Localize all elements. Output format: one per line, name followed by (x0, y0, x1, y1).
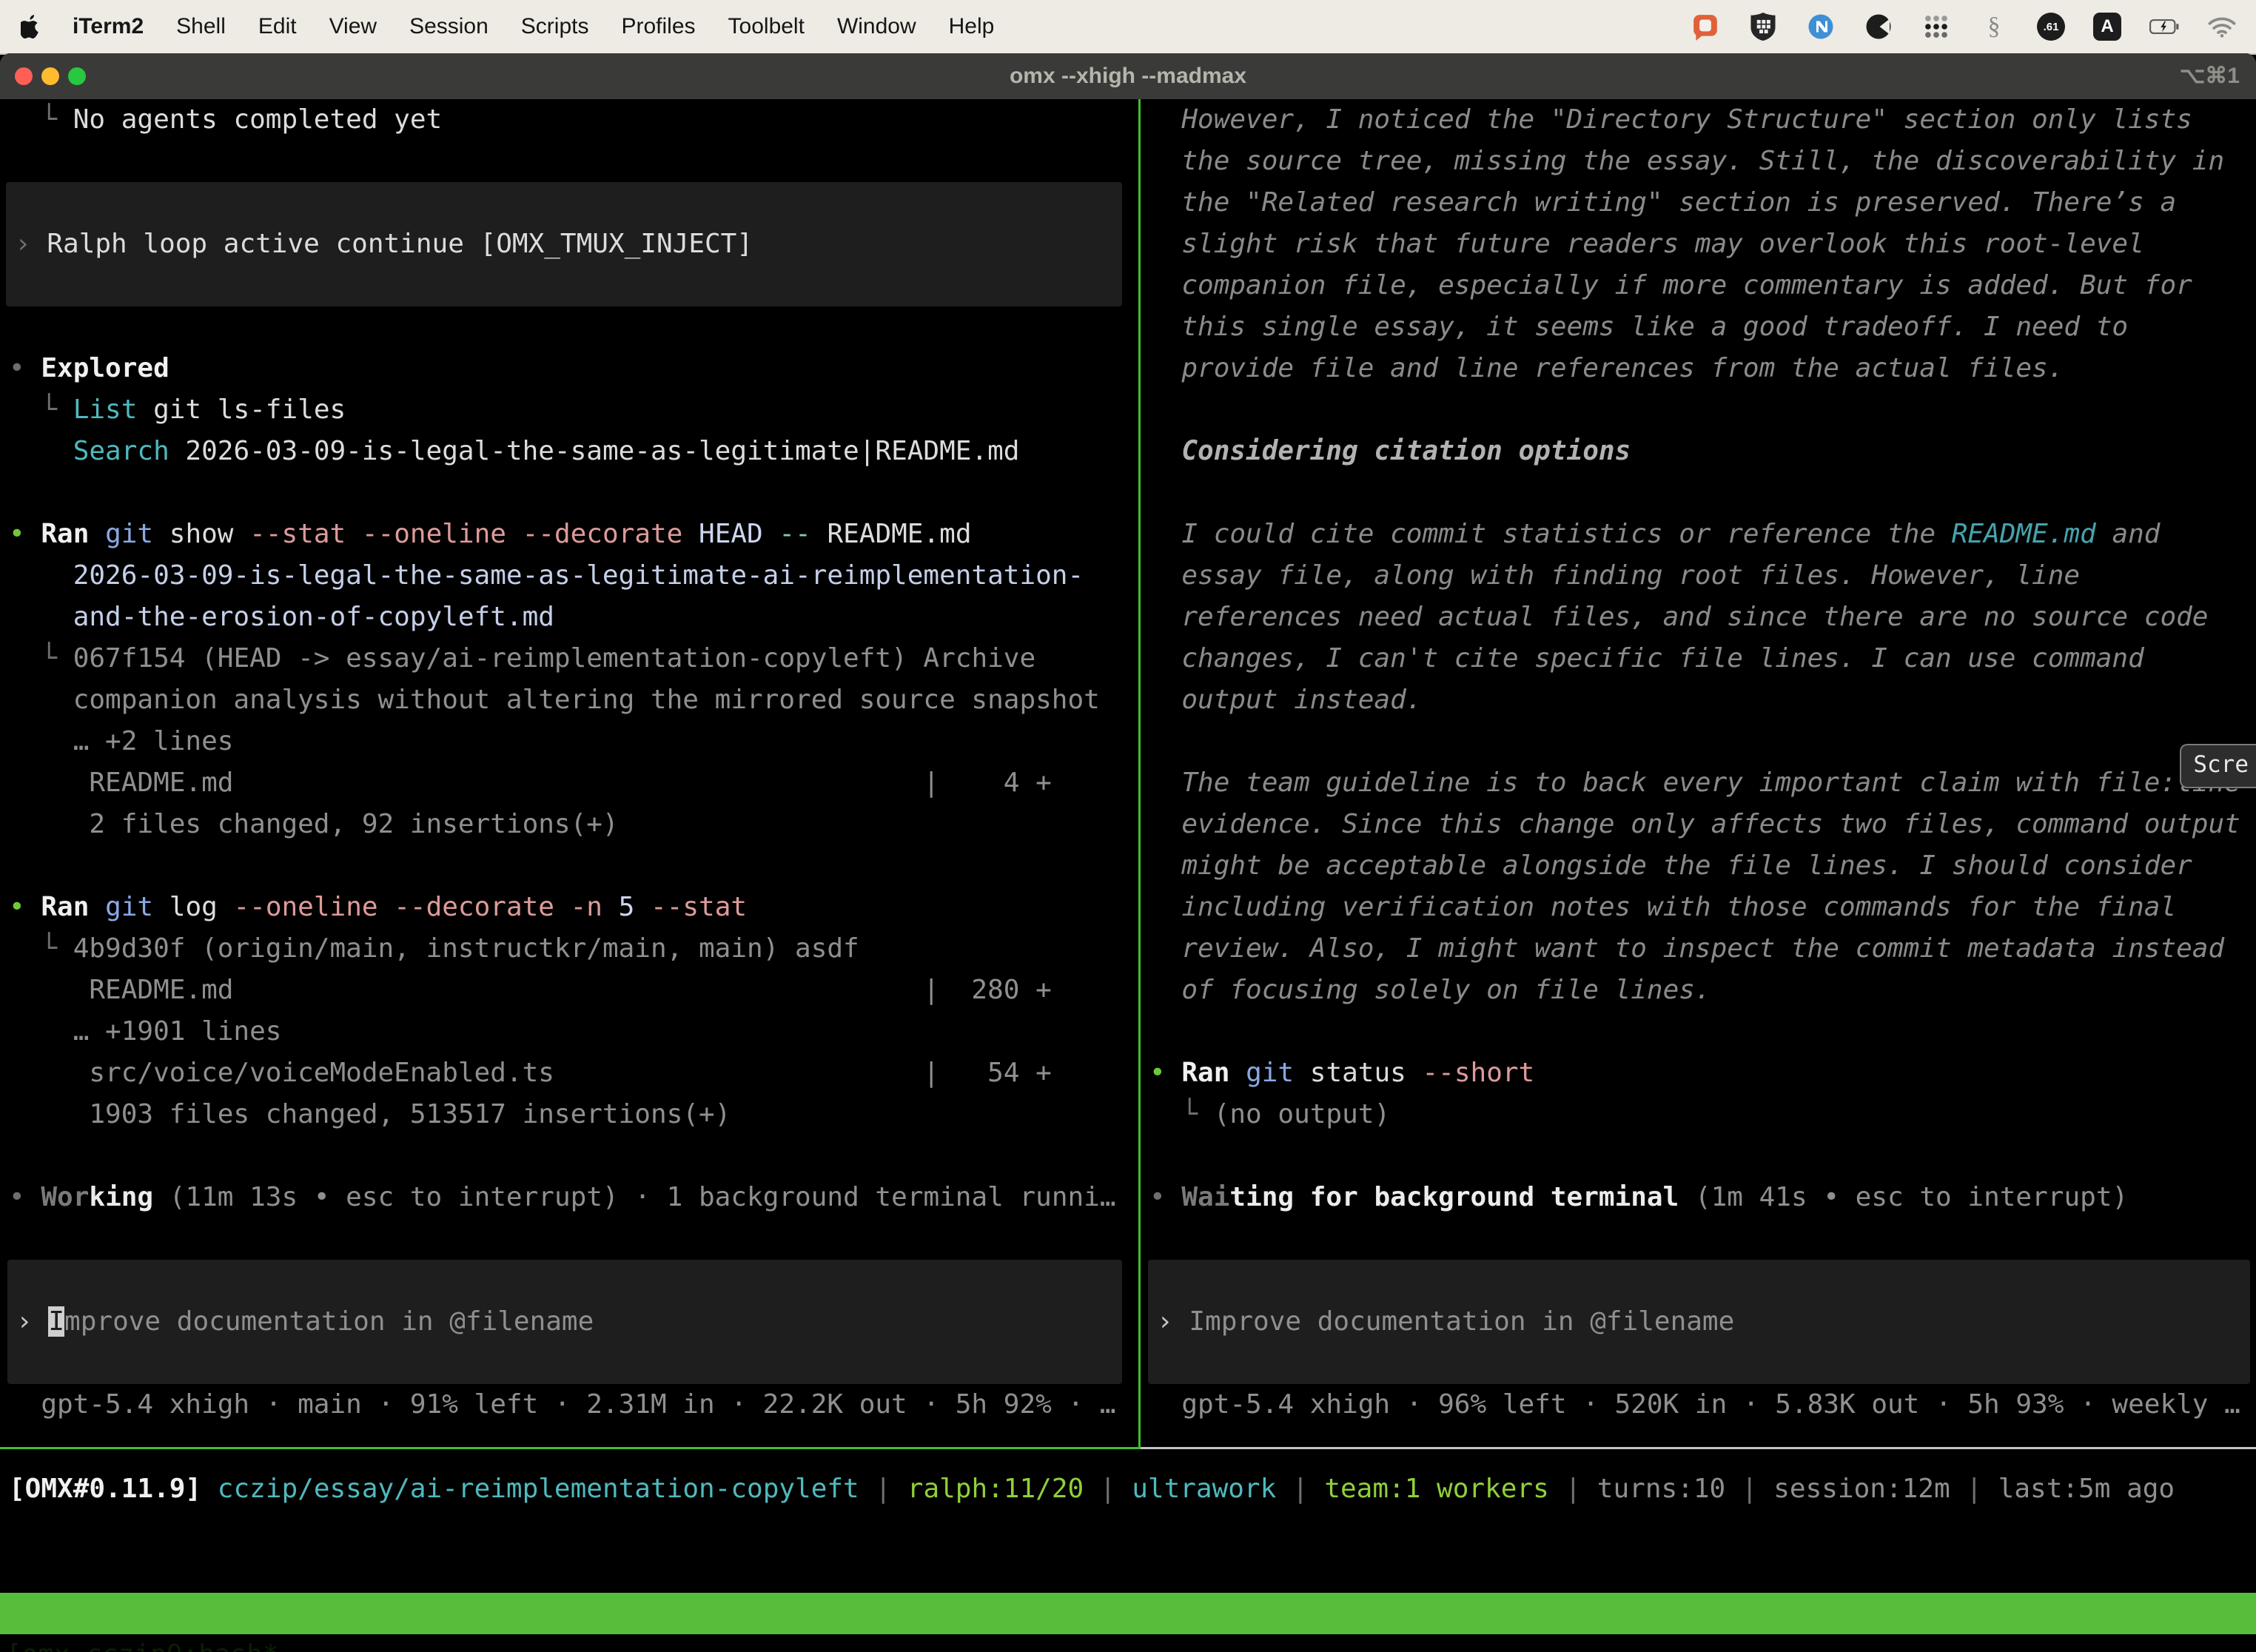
terminal-line: The team guideline is to back every impo… (1149, 762, 2256, 804)
shield-app-icon[interactable] (1748, 12, 1778, 41)
terminal-line: the "Related research writing" section i… (1149, 182, 2256, 224)
terminal-line: 2 files changed, 92 insertions(+) (9, 804, 1138, 845)
terminal-line: README.md | 280 + (9, 970, 1138, 1011)
terminal-line: README.md | 4 + (9, 762, 1138, 804)
menu-window[interactable]: Window (837, 14, 916, 39)
omx-status-line: [OMX#0.11.9] cczip/essay/ai-reimplementa… (9, 1468, 2175, 1510)
terminal-line: slight risk that future readers may over… (1149, 224, 2256, 265)
terminal-line: └ List git ls-files (9, 389, 1138, 431)
desktop-screen: iTerm2 Shell Edit View Session Scripts Profile… (0, 0, 2256, 1652)
right-session-status: gpt-5.4 xhigh · 96% left · 520K in · 5.8… (1149, 1384, 2240, 1426)
window-title: omx --xhigh --madmax (0, 53, 2256, 99)
left-pane-bottom-border (0, 1447, 1138, 1449)
terminal-line: └ (no output) (1149, 1094, 2256, 1135)
terminal-content: › Ralph loop active continue [OMX_TMUX_I… (0, 99, 2256, 1652)
terminal-line: this single essay, it seems like a good … (1149, 306, 2256, 348)
terminal-line: provide file and line references from th… (1149, 348, 2256, 389)
terminal-line: I could cite commit statistics or refere… (1149, 514, 2256, 555)
terminal-line: src/voice/voiceModeEnabled.ts | 54 + (9, 1052, 1138, 1094)
inject-prompt-box: › Ralph loop active continue [OMX_TMUX_I… (6, 182, 1122, 306)
macos-menu-bar: iTerm2 Shell Edit View Session Scripts Profile… (0, 0, 2256, 55)
left-session-status: gpt-5.4 xhigh · main · 91% left · 2.31M … (9, 1384, 1116, 1426)
terminal-line: └ 067f154 (HEAD -> essay/ai-reimplementa… (9, 638, 1138, 679)
battery-icon[interactable] (2149, 12, 2179, 41)
squiggle-app-icon[interactable]: § (1979, 12, 2009, 41)
terminal-line: • Ran git log --oneline --decorate -n 5 … (9, 887, 1138, 928)
terminal-line: including verification notes with those … (1149, 887, 2256, 928)
chat-app-icon[interactable] (1691, 12, 1720, 41)
terminal-line: and-the-erosion-of-copyleft.md (9, 597, 1138, 638)
right-prompt-text: Improve documentation in @filename (1189, 1306, 1734, 1337)
terminal-line: might be acceptable alongside the file l… (1149, 845, 2256, 887)
right-pane-bottom-border (1141, 1447, 2256, 1449)
terminal-line: However, I noticed the "Directory Struct… (1149, 99, 2256, 141)
terminal-line: evidence. Since this change only affects… (1149, 804, 2256, 845)
terminal-line: companion file, especially if more comme… (1149, 265, 2256, 306)
window-shortcut-badge: ⌥⌘1 (2180, 53, 2240, 99)
menu-help[interactable]: Help (949, 14, 995, 39)
terminal-line: • Waiting for background terminal (1m 41… (1149, 1177, 2256, 1218)
tmux-pane-right[interactable]: However, I noticed the "Directory Struct… (1141, 99, 2256, 1447)
terminal-line: … +2 lines (9, 721, 1138, 762)
terminal-line: references need actual files, and since … (1149, 597, 2256, 638)
terminal-line: … +1901 lines (9, 1011, 1138, 1052)
crescent-app-icon[interactable] (1864, 12, 1893, 41)
menu-iterm2[interactable]: iTerm2 (73, 14, 144, 39)
prompt-chevron-icon: › (1157, 1306, 1189, 1337)
menu-edit[interactable]: Edit (258, 14, 297, 39)
left-prompt-input[interactable]: › Improve documentation in @filename (16, 1301, 594, 1343)
terminal-line: • Explored (9, 348, 1138, 389)
badge-61-icon[interactable]: .61 (2037, 13, 2065, 41)
terminal-line: essay file, along with finding root file… (1149, 555, 2256, 597)
a-app-icon[interactable]: A (2093, 13, 2121, 41)
terminal-line: output instead. (1149, 679, 2256, 721)
terminal-line: review. Also, I might want to inspect th… (1149, 928, 2256, 970)
terminal-line: └ No agents completed yet (9, 99, 1138, 141)
terminal-line: 2026-03-09-is-legal-the-same-as-legitima… (9, 555, 1138, 597)
apple-menu-icon[interactable] (21, 15, 40, 38)
inject-prompt-line: › Ralph loop active continue [OMX_TMUX_I… (15, 224, 1122, 265)
menu-status-icons: § .61 A (1691, 12, 2256, 41)
right-prompt-input[interactable]: › Improve documentation in @filename (1157, 1301, 1734, 1343)
menu-scripts[interactable]: Scripts (521, 14, 589, 39)
terminal-line: changes, I can't cite specific file line… (1149, 638, 2256, 679)
terminal-line: └ 4b9d30f (origin/main, instructkr/main,… (9, 928, 1138, 970)
menu-session[interactable]: Session (409, 14, 489, 39)
screen-notification-tooltip: Scre (2180, 744, 2256, 788)
menu-item-list: iTerm2 Shell Edit View Session Scripts Profile… (50, 14, 994, 39)
terminal-line: Considering citation options (1149, 431, 2256, 472)
menu-view[interactable]: View (329, 14, 377, 39)
right-prompt-box[interactable]: › Improve documentation in @filename (1148, 1260, 2250, 1384)
tmux-pane-left[interactable]: › Ralph loop active continue [OMX_TMUX_I… (0, 99, 1138, 1447)
tmux-session-name[interactable]: [omx-cczip0:bash* (6, 1634, 278, 1652)
left-prompt-box[interactable]: › Improve documentation in @filename (7, 1260, 1122, 1384)
terminal-line: • Ran git status --short (1149, 1052, 2256, 1094)
terminal-line: companion analysis without altering the … (9, 679, 1138, 721)
menu-shell[interactable]: Shell (176, 14, 226, 39)
dots-grid-icon[interactable] (1921, 12, 1951, 41)
left-prompt-text: mprove documentation in @filename (64, 1306, 594, 1337)
terminal-line: the source tree, missing the essay. Stil… (1149, 141, 2256, 182)
tmux-status-bar: [omx-cczip0:bash* "MacBook-Pro-44.local"… (0, 1593, 2256, 1634)
terminal-line: • Working (11m 13s • esc to interrupt) ·… (9, 1177, 1138, 1218)
window-title-bar[interactable]: omx --xhigh --madmax ⌥⌘1 (0, 53, 2256, 100)
terminal-line: • Ran git show --stat --oneline --decora… (9, 514, 1138, 555)
menu-toolbelt[interactable]: Toolbelt (728, 14, 805, 39)
wifi-icon[interactable] (2207, 12, 2237, 41)
prompt-chevron-icon: › (16, 1306, 48, 1337)
iterm2-window: omx --xhigh --madmax ⌥⌘1 › Ralph loop ac… (0, 53, 2256, 1652)
apple-logo (21, 15, 40, 38)
terminal-line: Search 2026-03-09-is-legal-the-same-as-l… (9, 431, 1138, 472)
nav-blue-app-icon[interactable] (1806, 12, 1836, 41)
terminal-line: of focusing solely on file lines. (1149, 970, 2256, 1011)
menu-profiles[interactable]: Profiles (621, 14, 695, 39)
text-cursor: I (48, 1306, 64, 1337)
terminal-line: 1903 files changed, 513517 insertions(+) (9, 1094, 1138, 1135)
